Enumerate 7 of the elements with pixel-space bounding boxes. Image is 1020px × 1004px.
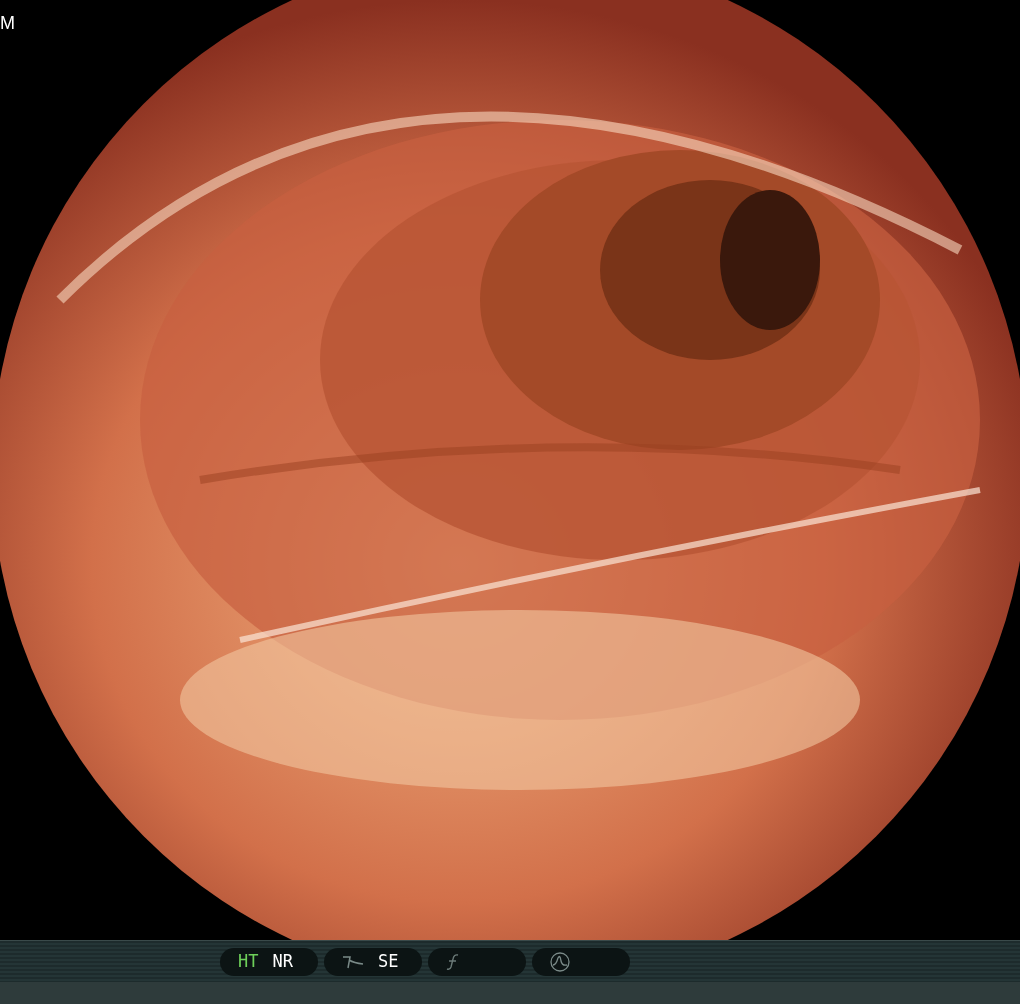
mode-indicator: NR <box>272 949 293 973</box>
corner-label: M <box>0 14 15 32</box>
function-icon <box>446 952 460 971</box>
curve-icon <box>342 953 364 970</box>
mode-indicator: SE <box>378 949 399 973</box>
waveform-icon <box>550 951 570 972</box>
mode-indicator: HT <box>238 949 259 973</box>
